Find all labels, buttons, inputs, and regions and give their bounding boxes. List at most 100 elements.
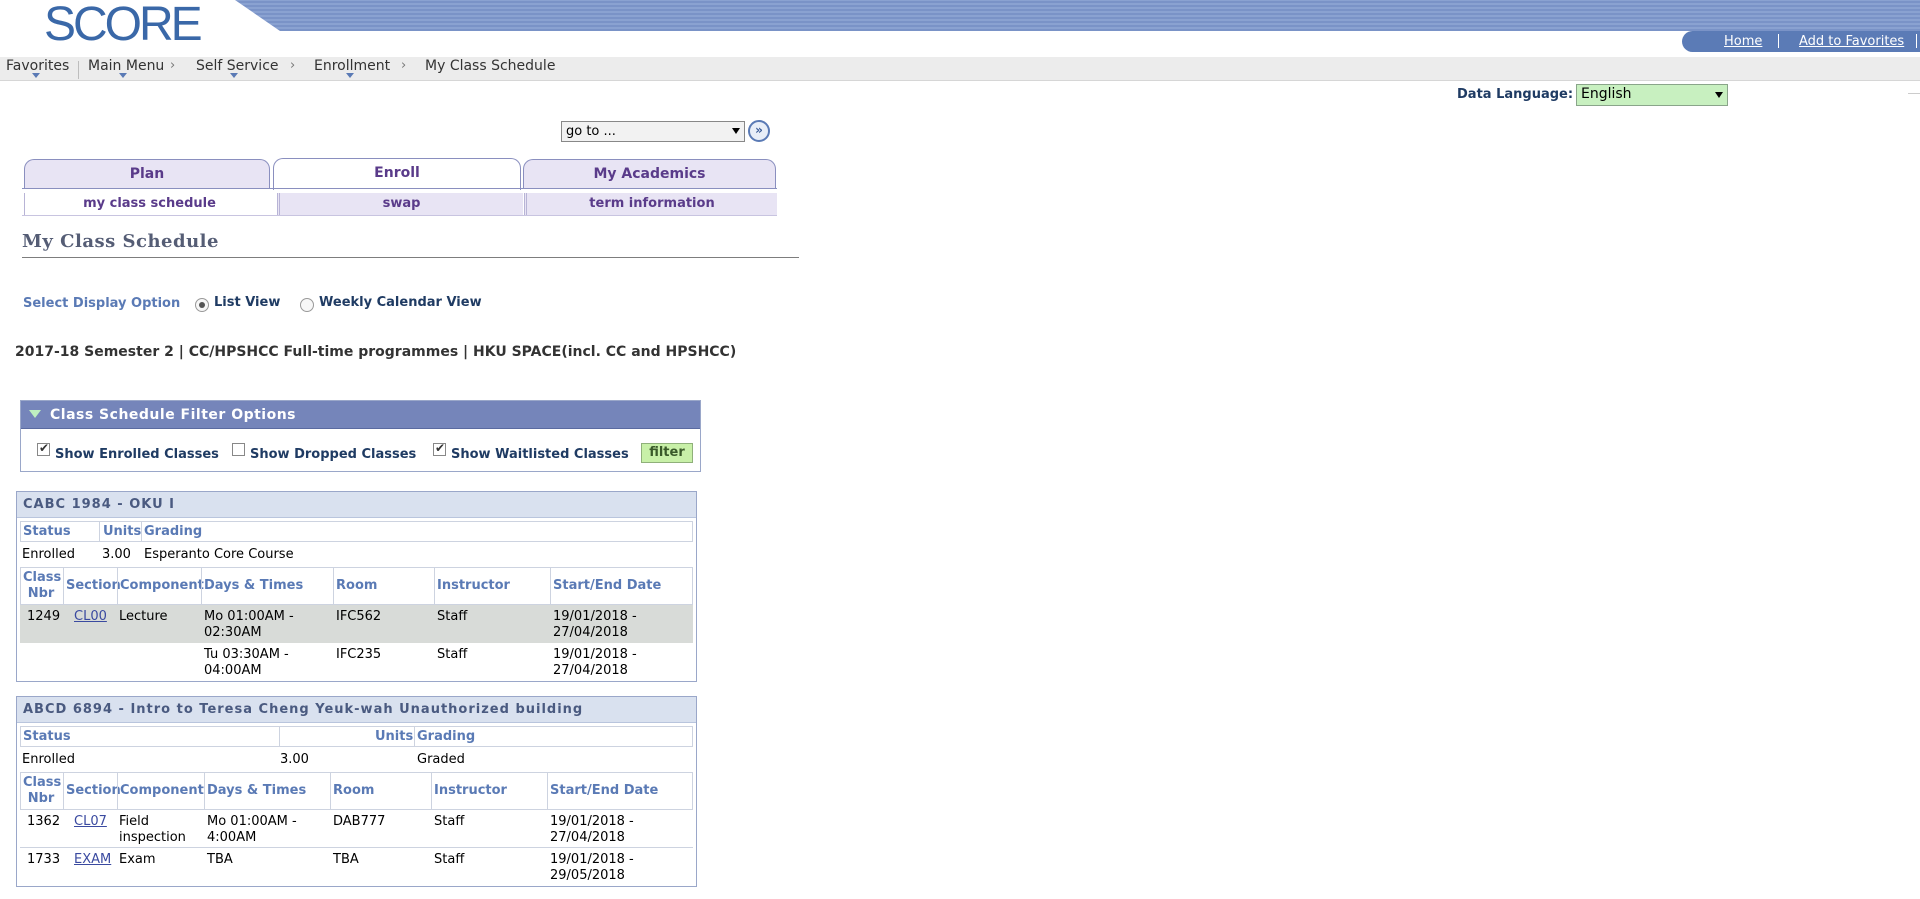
grading-value: Esperanto Core Course bbox=[144, 547, 294, 562]
collapse-triangle-icon[interactable] bbox=[29, 410, 41, 418]
column-divider bbox=[434, 568, 435, 605]
weekly-calendar-view-radio[interactable] bbox=[300, 298, 314, 312]
tab-my-academics[interactable]: My Academics bbox=[523, 159, 776, 188]
instructor-header: Instructor bbox=[437, 578, 510, 593]
list-view-label[interactable]: List View bbox=[214, 295, 280, 310]
class-nbr-header-line1: Class bbox=[23, 570, 62, 585]
status-header-row: Status Units Grading bbox=[20, 726, 693, 747]
column-divider bbox=[550, 568, 551, 605]
breadcrumb-current: My Class Schedule bbox=[425, 58, 556, 74]
days-times-line1: Tu 03:30AM - bbox=[204, 647, 289, 662]
days-times-header: Days & Times bbox=[207, 783, 307, 798]
self-service-dropdown-arrow-icon[interactable] bbox=[230, 73, 238, 78]
date-line2: 29/05/2018 bbox=[550, 868, 625, 883]
days-times-line1: Mo 01:00AM - bbox=[204, 609, 294, 624]
title-divider bbox=[22, 257, 799, 258]
section-header: Section bbox=[66, 578, 121, 593]
header-links: Home Add to Favorites bbox=[1682, 31, 1920, 52]
class-nbr-value: 1249 bbox=[27, 609, 61, 624]
list-view-radio[interactable] bbox=[195, 298, 209, 312]
column-divider bbox=[63, 773, 64, 810]
column-divider bbox=[117, 773, 118, 810]
date-line1: 19/01/2018 - bbox=[553, 647, 637, 662]
status-header: Status bbox=[23, 524, 71, 539]
data-language-select[interactable]: English bbox=[1576, 84, 1728, 106]
goto-select[interactable]: go to ... bbox=[561, 121, 745, 142]
room-value: DAB777 bbox=[333, 814, 386, 829]
column-divider bbox=[333, 568, 334, 605]
breadcrumb-chevron-icon: › bbox=[401, 58, 407, 73]
term-heading: 2017-18 Semester 2 | CC/HPSHCC Full-time… bbox=[15, 344, 737, 360]
show-dropped-checkbox[interactable] bbox=[232, 443, 245, 456]
class-nbr-header-line2: Nbr bbox=[27, 791, 55, 806]
breadcrumb-favorites[interactable]: Favorites bbox=[6, 58, 69, 74]
table-row: 1362 CL07 Field inspection Mo 01:00AM - … bbox=[20, 810, 693, 848]
filter-panel: Class Schedule Filter Options Show Enrol… bbox=[20, 400, 701, 472]
date-line1: 19/01/2018 - bbox=[550, 852, 634, 867]
column-divider bbox=[414, 727, 415, 747]
subtab-baseline bbox=[22, 215, 777, 216]
instructor-value: Staff bbox=[434, 852, 465, 867]
goto-button[interactable]: » bbox=[748, 120, 770, 142]
show-waitlisted-checkbox[interactable] bbox=[433, 441, 446, 456]
goto-value: go to ... bbox=[566, 124, 616, 139]
tab-plan[interactable]: Plan bbox=[24, 159, 270, 188]
column-divider bbox=[141, 522, 142, 542]
table-row: Tu 03:30AM - 04:00AM IFC235 Staff 19/01/… bbox=[20, 643, 693, 681]
status-value: Enrolled bbox=[22, 547, 75, 562]
favorites-dropdown-arrow-icon[interactable] bbox=[32, 73, 40, 78]
date-line1: 19/01/2018 - bbox=[553, 609, 637, 624]
enrollment-dropdown-arrow-icon[interactable] bbox=[346, 73, 354, 78]
chevron-down-icon bbox=[1715, 92, 1723, 98]
instructor-value: Staff bbox=[434, 814, 465, 829]
double-chevron-right-icon: » bbox=[755, 123, 763, 137]
data-language-value: English bbox=[1581, 86, 1632, 102]
column-divider bbox=[63, 568, 64, 605]
breadcrumb-enrollment[interactable]: Enrollment bbox=[314, 58, 390, 74]
header-separator bbox=[1916, 34, 1917, 48]
tab-enroll[interactable]: Enroll bbox=[273, 158, 521, 190]
weekly-calendar-view-label[interactable]: Weekly Calendar View bbox=[319, 295, 482, 310]
divider bbox=[1908, 93, 1920, 94]
column-divider bbox=[330, 773, 331, 810]
class-header-row: Class Nbr Section Component Days & Times… bbox=[20, 772, 693, 810]
breadcrumb-main-menu[interactable]: Main Menu bbox=[88, 58, 164, 74]
show-enrolled-checkbox[interactable] bbox=[37, 441, 50, 456]
subtab-swap[interactable]: swap bbox=[277, 193, 523, 215]
home-link[interactable]: Home bbox=[1724, 34, 1762, 49]
section-link[interactable]: CL00 bbox=[74, 609, 107, 625]
class-nbr-value: 1362 bbox=[27, 814, 61, 829]
table-row: 1733 EXAM Exam TBA TBA Staff 19/01/2018 … bbox=[20, 848, 693, 886]
subtab-my-class-schedule[interactable]: my class schedule bbox=[24, 193, 274, 215]
main-menu-dropdown-arrow-icon[interactable] bbox=[119, 73, 127, 78]
class-nbr-header-line1: Class bbox=[23, 775, 62, 790]
component-header: Component bbox=[120, 578, 204, 593]
filter-panel-header[interactable]: Class Schedule Filter Options bbox=[21, 401, 700, 429]
filter-button[interactable]: filter bbox=[641, 443, 693, 463]
component-line2: inspection bbox=[119, 830, 186, 845]
component-line1: Field bbox=[119, 814, 150, 829]
column-divider bbox=[99, 522, 100, 542]
class-title: CABC 1984 - OKU I bbox=[17, 492, 696, 518]
column-divider bbox=[547, 773, 548, 810]
days-times-line1: Mo 01:00AM - bbox=[207, 814, 297, 829]
date-line1: 19/01/2018 - bbox=[550, 814, 634, 829]
start-end-date-header: Start/End Date bbox=[550, 783, 659, 798]
breadcrumb: Favorites Main Menu › Self Service › Enr… bbox=[0, 57, 1920, 81]
class-nbr-header-line2: Nbr bbox=[27, 586, 55, 601]
section-link[interactable]: CL07 bbox=[74, 814, 107, 830]
room-header: Room bbox=[336, 578, 378, 593]
section-link[interactable]: EXAM bbox=[74, 852, 111, 868]
days-times-value: TBA bbox=[207, 852, 233, 867]
show-dropped-label: Show Dropped Classes bbox=[250, 447, 417, 462]
status-row: Enrolled 3.00 Graded bbox=[20, 749, 693, 771]
add-to-favorites-link[interactable]: Add to Favorites bbox=[1799, 34, 1904, 49]
instructor-value: Staff bbox=[437, 609, 468, 624]
subtab-term-information[interactable]: term information bbox=[524, 193, 777, 215]
data-language-label: Data Language: bbox=[1457, 87, 1574, 102]
grading-value: Graded bbox=[417, 752, 465, 767]
breadcrumb-self-service[interactable]: Self Service bbox=[196, 58, 279, 74]
class-header-row: Class Nbr Section Component Days & Times… bbox=[20, 567, 693, 605]
display-option-label: Select Display Option bbox=[23, 296, 181, 311]
score-logo: SCORE bbox=[44, 0, 203, 51]
